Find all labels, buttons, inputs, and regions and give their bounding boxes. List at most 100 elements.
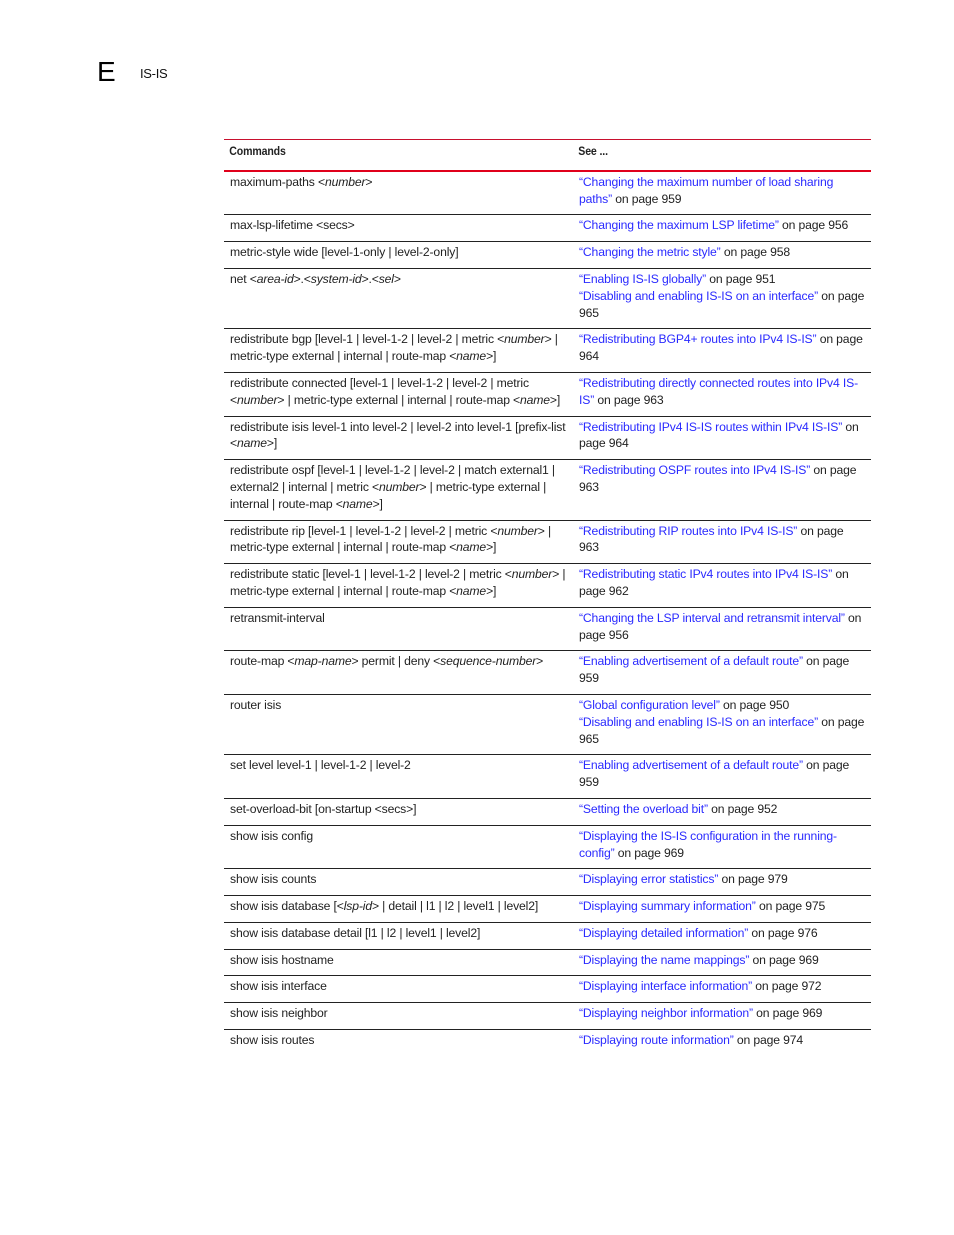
command-cell: show isis neighbor: [224, 1002, 573, 1031]
command-parameter: name: [342, 496, 373, 511]
page-reference: on page 969: [749, 952, 819, 967]
command-text: >.<: [361, 271, 379, 286]
command-cell: redistribute rip [level-1 | level-1-2 | …: [224, 520, 573, 565]
column-header-see: See ...: [573, 138, 836, 172]
cross-reference: “Redistributing BGP4+ routes into IPv4 I…: [579, 331, 865, 365]
table-row: show isis neighbor “Displaying neighbor i…: [224, 1002, 871, 1031]
table-row: redistribute rip [level-1 | level-1-2 | …: [224, 520, 871, 565]
command-text: show isis hostname: [230, 952, 334, 967]
cross-reference-link[interactable]: “Displaying interface information”: [579, 979, 752, 993]
cross-reference-link[interactable]: “Enabling advertisement of a default rou…: [579, 654, 803, 668]
table-row: show isis database [<lsp-id> | detail | …: [224, 895, 871, 923]
reference-cell: “Enabling IS-IS globally” on page 951 “Di…: [573, 268, 871, 330]
command-cell: route-map <map-name> permit | deny <sequ…: [224, 650, 573, 695]
reference-cell: “Redistributing OSPF routes into IPv4 IS…: [573, 459, 871, 521]
command-text: >]: [486, 540, 497, 555]
command-text: >]: [266, 436, 278, 451]
cross-reference-link[interactable]: “Displaying detailed information”: [579, 926, 748, 940]
command-text: redistribute bgp [level-1 | level-1-2 | …: [230, 332, 505, 347]
cross-reference-link[interactable]: “Displaying neighbor information”: [579, 1006, 753, 1020]
page-reference: on page 979: [718, 872, 788, 887]
reference-cell: “Changing the maximum number of load sha…: [573, 170, 871, 216]
cross-reference-link[interactable]: “Redistributing static IPv4 routes into …: [579, 567, 832, 581]
cross-reference-link[interactable]: “Redistributing OSPF routes into IPv4 IS…: [579, 463, 810, 477]
page-reference: on page 974: [733, 1033, 804, 1048]
reference-cell: “Displaying interface information” on pa…: [573, 975, 871, 1004]
cross-reference-link[interactable]: “Changing the metric style”: [579, 245, 721, 259]
command-cell: set level level-1 | level-1-2 | level-2: [224, 754, 573, 799]
table-row: redistribute bgp [level-1 | level-1-2 | …: [224, 328, 871, 373]
table-row: redistribute ospf [level-1 | level-1-2 |…: [224, 459, 871, 521]
command-cell: show isis routes: [224, 1030, 573, 1056]
reference-cell: “Redistributing BGP4+ routes into IPv4 I…: [573, 328, 871, 373]
command-parameter: lsp-id: [343, 899, 372, 914]
command-parameter: sel: [378, 271, 394, 286]
cross-reference-link[interactable]: “Displaying the name mappings”: [579, 953, 749, 967]
command-text: retransmit-interval: [230, 610, 325, 625]
cross-reference-link[interactable]: “Displaying error statistics”: [579, 872, 718, 886]
table-body: maximum-paths <number> “Changing the maxi…: [224, 170, 871, 1056]
cross-reference-link[interactable]: “Redistributing IPv4 IS-IS routes within…: [579, 420, 842, 434]
reference-cell: “Redistributing RIP routes into IPv4 IS-…: [573, 520, 871, 565]
command-parameter: map-name: [294, 654, 352, 669]
command-parameter: sequence-number: [440, 654, 537, 669]
command-text: show isis config: [230, 828, 313, 843]
command-parameter: number: [324, 174, 366, 189]
page-reference: on page 950: [719, 697, 790, 712]
table-row: router isis “Global configuration level” …: [224, 694, 871, 756]
command-text: redistribute static [level-1 | level-1-2…: [230, 567, 512, 582]
cross-reference: “Changing the LSP interval and retransmi…: [579, 610, 865, 644]
cross-reference: “Changing the metric style” on page 958: [579, 244, 865, 261]
command-text: >]: [486, 583, 497, 598]
reference-cell: “Enabling advertisement of a default rou…: [573, 650, 871, 695]
cross-reference: “Displaying the IS-IS configuration in t…: [579, 828, 865, 862]
command-cell: set-overload-bit [on-startup <secs>]: [224, 798, 573, 826]
cross-reference-link[interactable]: “Global configuration level”: [579, 698, 720, 712]
cross-reference-link[interactable]: “Redistributing BGP4+ routes into IPv4 I…: [579, 332, 817, 346]
cross-reference: “Redistributing IPv4 IS-IS routes within…: [579, 419, 865, 453]
command-parameter: number: [511, 567, 553, 582]
column-header-commands: Commands: [224, 138, 532, 172]
cross-reference-link[interactable]: “Disabling and enabling IS-IS on an inte…: [579, 289, 818, 303]
page-reference: on page 952: [707, 801, 778, 816]
command-text: >]: [549, 392, 561, 407]
cross-reference-link[interactable]: “Disabling and enabling IS-IS on an inte…: [579, 715, 818, 729]
command-text: max-lsp-lifetime <secs>: [230, 218, 355, 233]
table-row: net <area-id>.<system-id>.<sel> “Enabling…: [224, 268, 871, 330]
reference-cell: “Displaying route information” on page 9…: [573, 1030, 871, 1056]
cross-reference-link[interactable]: “Displaying route information”: [579, 1033, 734, 1047]
command-cell: retransmit-interval: [224, 607, 573, 652]
table-row: show isis database detail [l1 | l2 | lev…: [224, 922, 871, 950]
command-cell: show isis counts: [224, 868, 573, 897]
table-row: show isis interface “Displaying interface…: [224, 975, 871, 1004]
cross-reference-link[interactable]: “Changing the LSP interval and retransmi…: [579, 611, 845, 625]
appendix-letter: E: [97, 56, 116, 87]
cross-reference: “Redistributing static IPv4 routes into …: [579, 566, 865, 600]
cross-reference: “Displaying interface information” on pa…: [579, 978, 865, 995]
table-row: show isis routes “Displaying route inform…: [224, 1030, 871, 1056]
page-reference: on page 951: [706, 271, 776, 286]
reference-cell: “Displaying summary information” on page…: [573, 895, 871, 923]
command-parameter: name: [520, 392, 550, 407]
command-text: >: [536, 654, 544, 669]
cross-reference-link[interactable]: “Enabling advertisement of a default rou…: [579, 758, 803, 772]
command-text: show isis database detail [l1 | l2 | lev…: [230, 925, 481, 940]
cross-reference-link[interactable]: “Redistributing RIP routes into IPv4 IS-…: [579, 524, 797, 538]
command-text: show isis database [<: [230, 899, 344, 914]
cross-reference: “Displaying route information” on page 9…: [579, 1032, 865, 1049]
command-text: redistribute isis level-1 into level-2 |…: [230, 419, 566, 451]
cross-reference-link[interactable]: “Displaying summary information”: [579, 899, 756, 913]
command-text: redistribute rip [level-1 | level-1-2 | …: [230, 523, 498, 538]
page-reference: on page 963: [594, 392, 664, 407]
command-text: >]: [372, 496, 383, 511]
cross-reference-link[interactable]: “Changing the maximum LSP lifetime”: [579, 218, 779, 232]
cross-reference: “Displaying the name mappings” on page 9…: [579, 952, 865, 969]
cross-reference-link[interactable]: “Enabling IS-IS globally”: [579, 272, 706, 286]
command-cell: redistribute isis level-1 into level-2 |…: [224, 416, 573, 461]
command-text: show isis neighbor: [230, 1006, 328, 1021]
cross-reference: “Enabling advertisement of a default rou…: [579, 653, 865, 687]
cross-reference-link[interactable]: “Setting the overload bit”: [579, 802, 708, 816]
page-reference: on page 956: [778, 218, 849, 233]
cross-reference: “Displaying error statistics” on page 97…: [579, 871, 865, 888]
page-reference: on page 958: [720, 245, 790, 260]
